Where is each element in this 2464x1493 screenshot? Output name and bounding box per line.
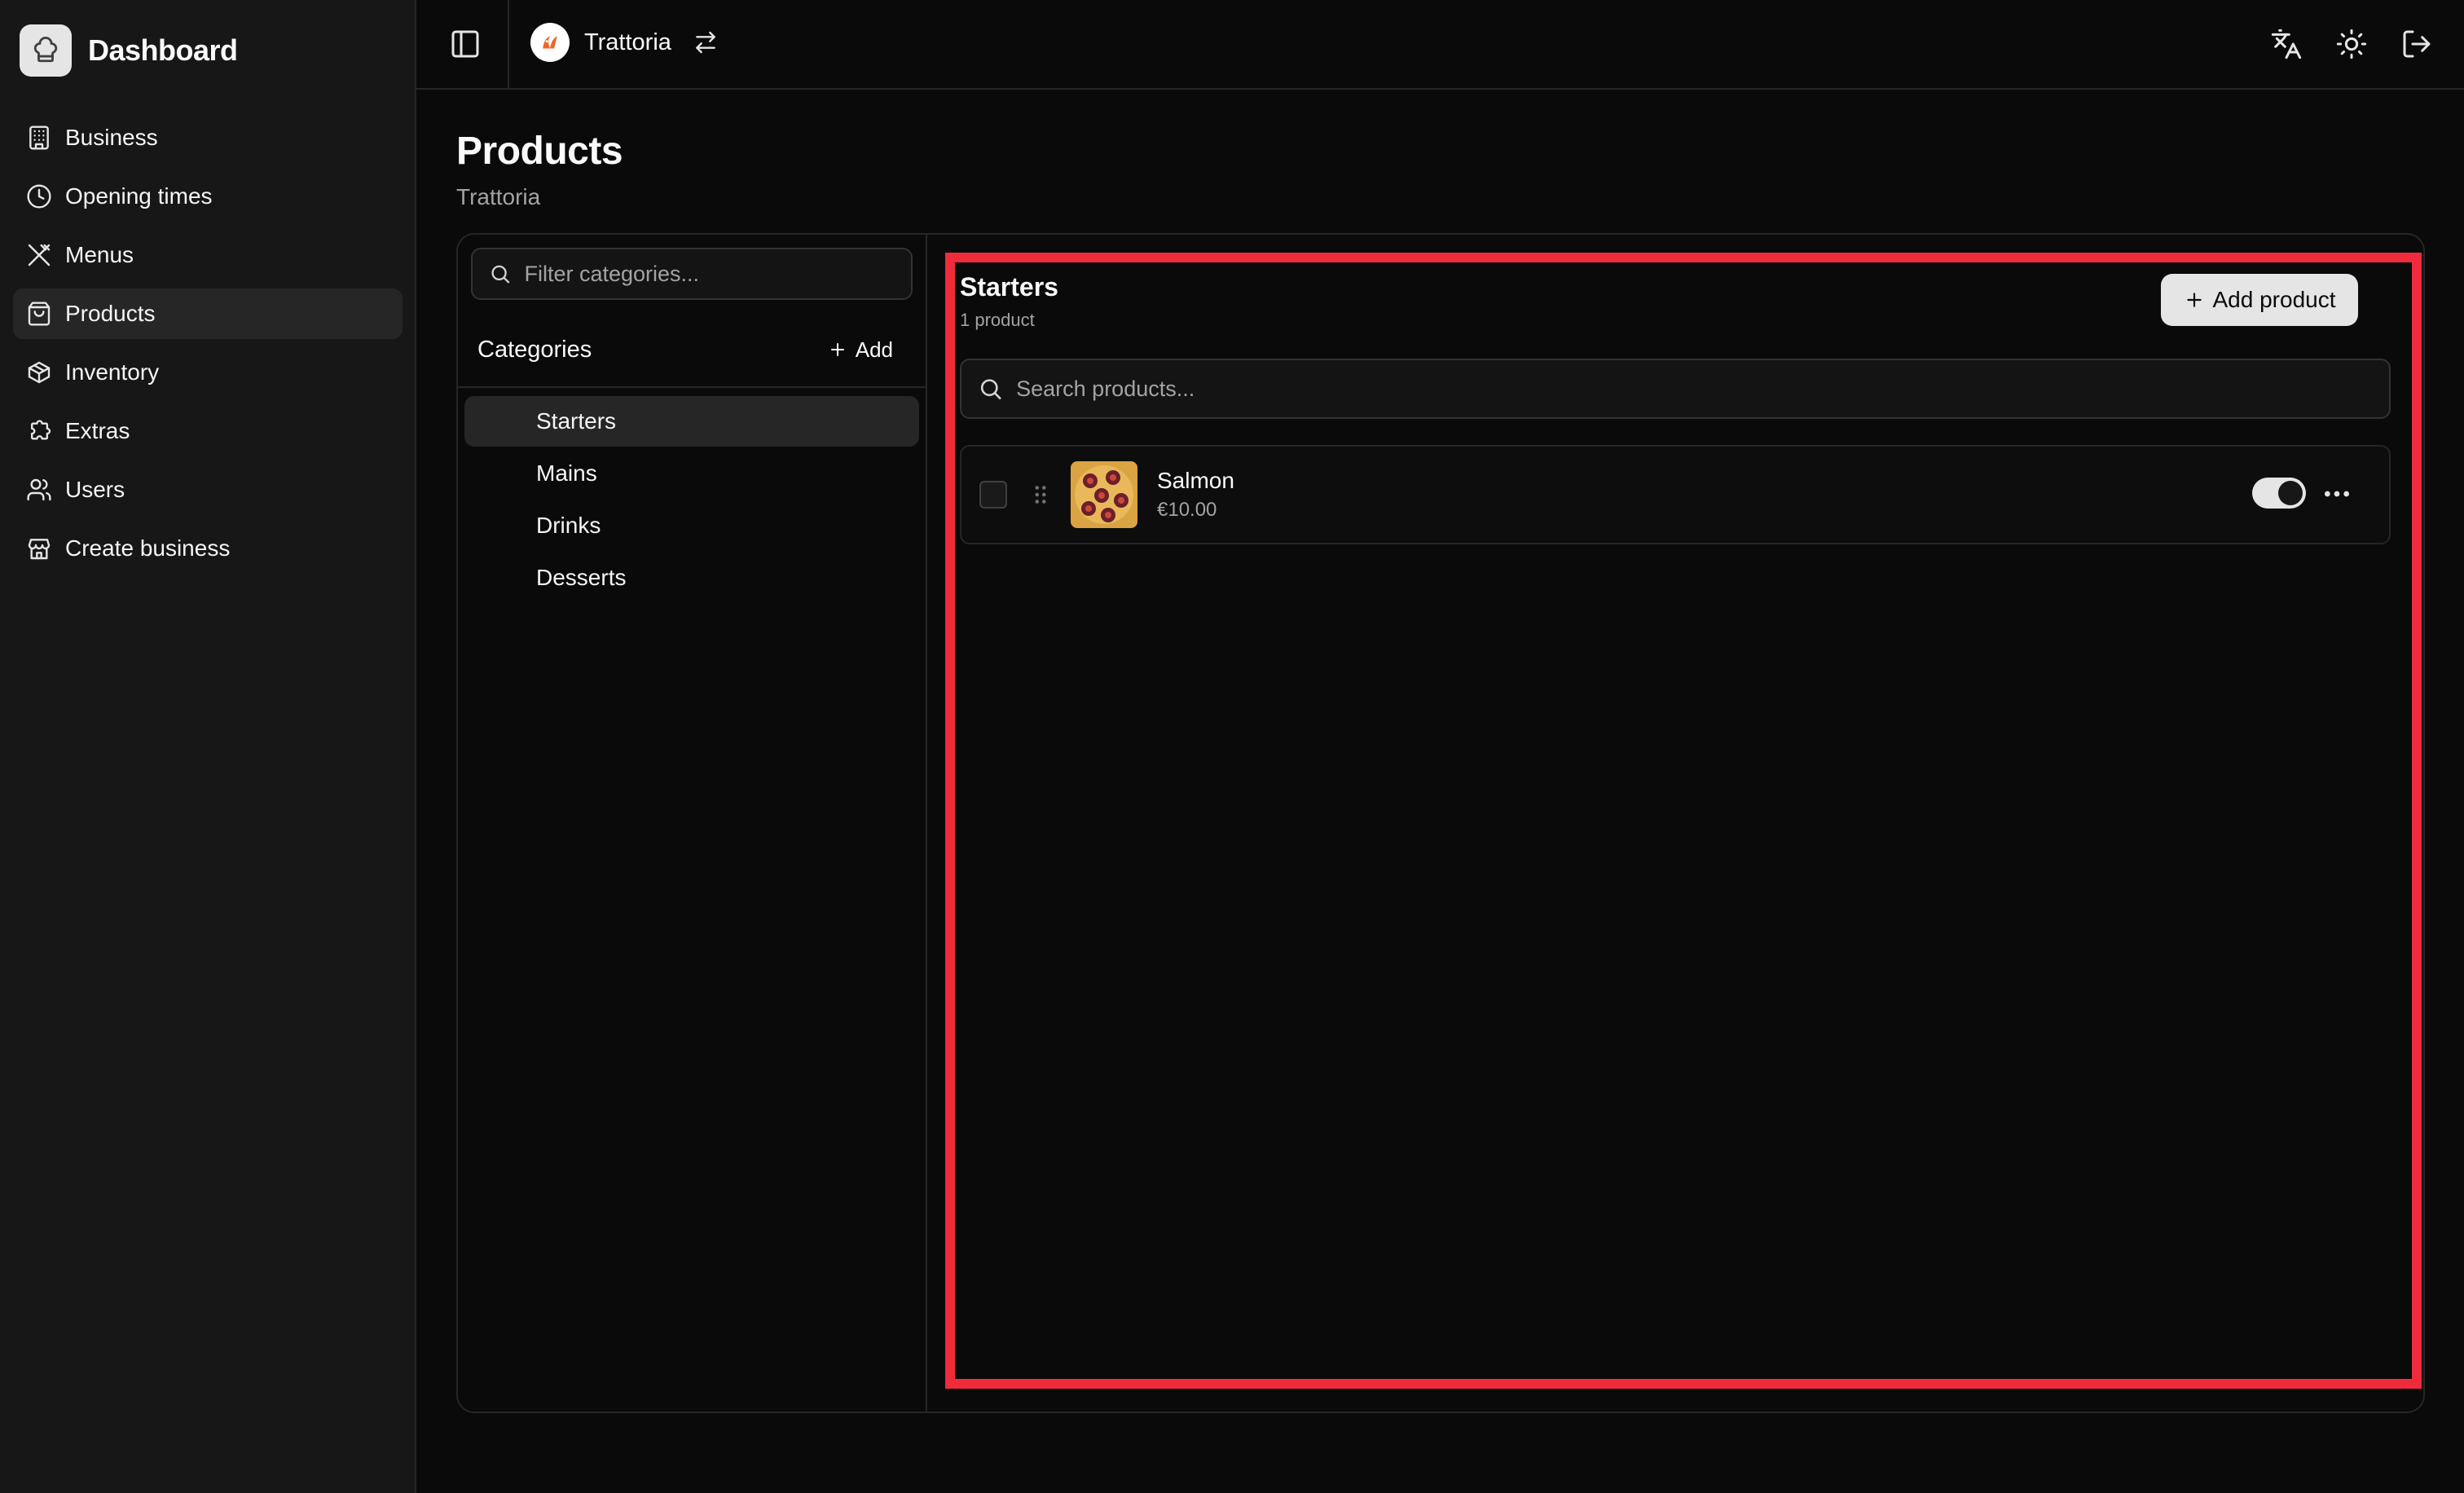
sidebar-item-label: Products bbox=[65, 301, 156, 326]
product-search-input[interactable] bbox=[1016, 376, 2389, 402]
sun-icon[interactable] bbox=[2335, 28, 2368, 60]
toggle-knob bbox=[2278, 481, 2303, 505]
products-column: Starters 1 product Add product Search pr… bbox=[927, 235, 2423, 1412]
business-logo-icon bbox=[543, 36, 557, 49]
brand[interactable]: Dashboard bbox=[20, 24, 238, 77]
category-item-starters[interactable]: Starters bbox=[464, 396, 919, 447]
category-item-drinks[interactable]: Drinks bbox=[464, 500, 919, 551]
category-item-mains[interactable]: Mains bbox=[464, 448, 919, 499]
category-list: Starters Mains Drinks Desserts bbox=[464, 396, 919, 605]
category-item-desserts[interactable]: Desserts bbox=[464, 553, 919, 603]
sidebar-item-label: Create business bbox=[65, 535, 231, 561]
building-icon bbox=[29, 126, 49, 150]
sidebar-item-label: Opening times bbox=[65, 183, 213, 209]
drag-handle-icon[interactable] bbox=[1027, 481, 1054, 509]
add-category-button[interactable]: Add bbox=[828, 337, 893, 363]
add-category-label: Add bbox=[855, 337, 893, 362]
business-logo bbox=[530, 23, 570, 62]
category-filter[interactable] bbox=[471, 248, 913, 300]
categories-header: Categories Add bbox=[458, 313, 926, 388]
chef-hat-icon bbox=[20, 24, 72, 77]
product-name: Salmon bbox=[1157, 468, 1234, 493]
sidebar-item-extras[interactable]: Extras bbox=[13, 406, 403, 456]
topbar-actions bbox=[2237, 28, 2433, 60]
search-icon bbox=[980, 379, 1001, 399]
clock-icon bbox=[27, 184, 51, 209]
product-row[interactable]: Salmon €10.00 bbox=[960, 445, 2391, 544]
sidebar-item-menus[interactable]: Menus bbox=[13, 230, 403, 280]
topbar-divider bbox=[508, 0, 509, 88]
product-price: €10.00 bbox=[1157, 499, 1217, 521]
sidebar-item-business[interactable]: Business bbox=[13, 112, 403, 163]
utensils-icon bbox=[28, 244, 51, 266]
category-filter-input[interactable] bbox=[524, 261, 911, 287]
sidebar-item-products[interactable]: Products bbox=[13, 288, 403, 339]
search-icon bbox=[491, 265, 510, 284]
sidebar-item-label: Extras bbox=[65, 418, 130, 443]
products-panel: Categories Add Starters Mains Drinks Des… bbox=[456, 233, 2425, 1413]
sidebar-item-label: Business bbox=[65, 125, 158, 150]
puzzle-icon bbox=[31, 420, 51, 440]
add-product-button[interactable]: Add product bbox=[2161, 274, 2358, 326]
brand-title: Dashboard bbox=[88, 33, 238, 67]
page-subtitle: Trattoria bbox=[456, 184, 541, 209]
store-icon bbox=[28, 539, 51, 560]
package-icon bbox=[28, 361, 51, 384]
add-product-label: Add product bbox=[2212, 287, 2336, 312]
product-search[interactable] bbox=[960, 359, 2391, 419]
sidebar-item-label: Menus bbox=[65, 242, 134, 267]
topbar: Trattoria bbox=[416, 0, 2464, 90]
product-availability-toggle[interactable] bbox=[2252, 478, 2306, 509]
sidebar-item-create-business[interactable]: Create business bbox=[13, 523, 403, 574]
users-icon bbox=[27, 478, 51, 501]
product-thumbnail bbox=[1071, 461, 1137, 528]
switch-arrows-icon[interactable] bbox=[693, 29, 719, 55]
translate-icon[interactable] bbox=[2270, 28, 2303, 60]
product-count: 1 product bbox=[960, 310, 1035, 330]
logout-icon[interactable] bbox=[2400, 28, 2433, 60]
plus-icon bbox=[2186, 293, 2202, 307]
sidebar: Dashboard Business Opening times Menus P… bbox=[0, 0, 416, 1493]
categories-title: Categories bbox=[477, 336, 592, 363]
sidebar-nav: Business Opening times Menus Products In… bbox=[13, 112, 403, 582]
page-title: Products bbox=[456, 130, 623, 173]
sidebar-toggle-icon[interactable] bbox=[449, 28, 482, 60]
highlight-frame bbox=[945, 253, 2422, 1389]
selected-category-title: Starters bbox=[960, 272, 1058, 302]
product-select-checkbox[interactable] bbox=[979, 481, 1007, 509]
categories-column: Categories Add Starters Mains Drinks Des… bbox=[458, 235, 927, 1412]
business-name: Trattoria bbox=[584, 29, 671, 55]
app-root: Dashboard Business Opening times Menus P… bbox=[0, 0, 2464, 1493]
sidebar-item-label: Users bbox=[65, 477, 125, 502]
sidebar-item-label: Inventory bbox=[65, 359, 160, 385]
business-switcher[interactable]: Trattoria bbox=[530, 23, 719, 62]
plus-icon bbox=[830, 343, 844, 356]
sidebar-item-inventory[interactable]: Inventory bbox=[13, 347, 403, 398]
sidebar-item-opening-times[interactable]: Opening times bbox=[13, 171, 403, 222]
sidebar-item-users[interactable]: Users bbox=[13, 465, 403, 515]
shopping-bag-icon bbox=[28, 302, 51, 326]
more-options-icon[interactable] bbox=[2321, 478, 2353, 510]
